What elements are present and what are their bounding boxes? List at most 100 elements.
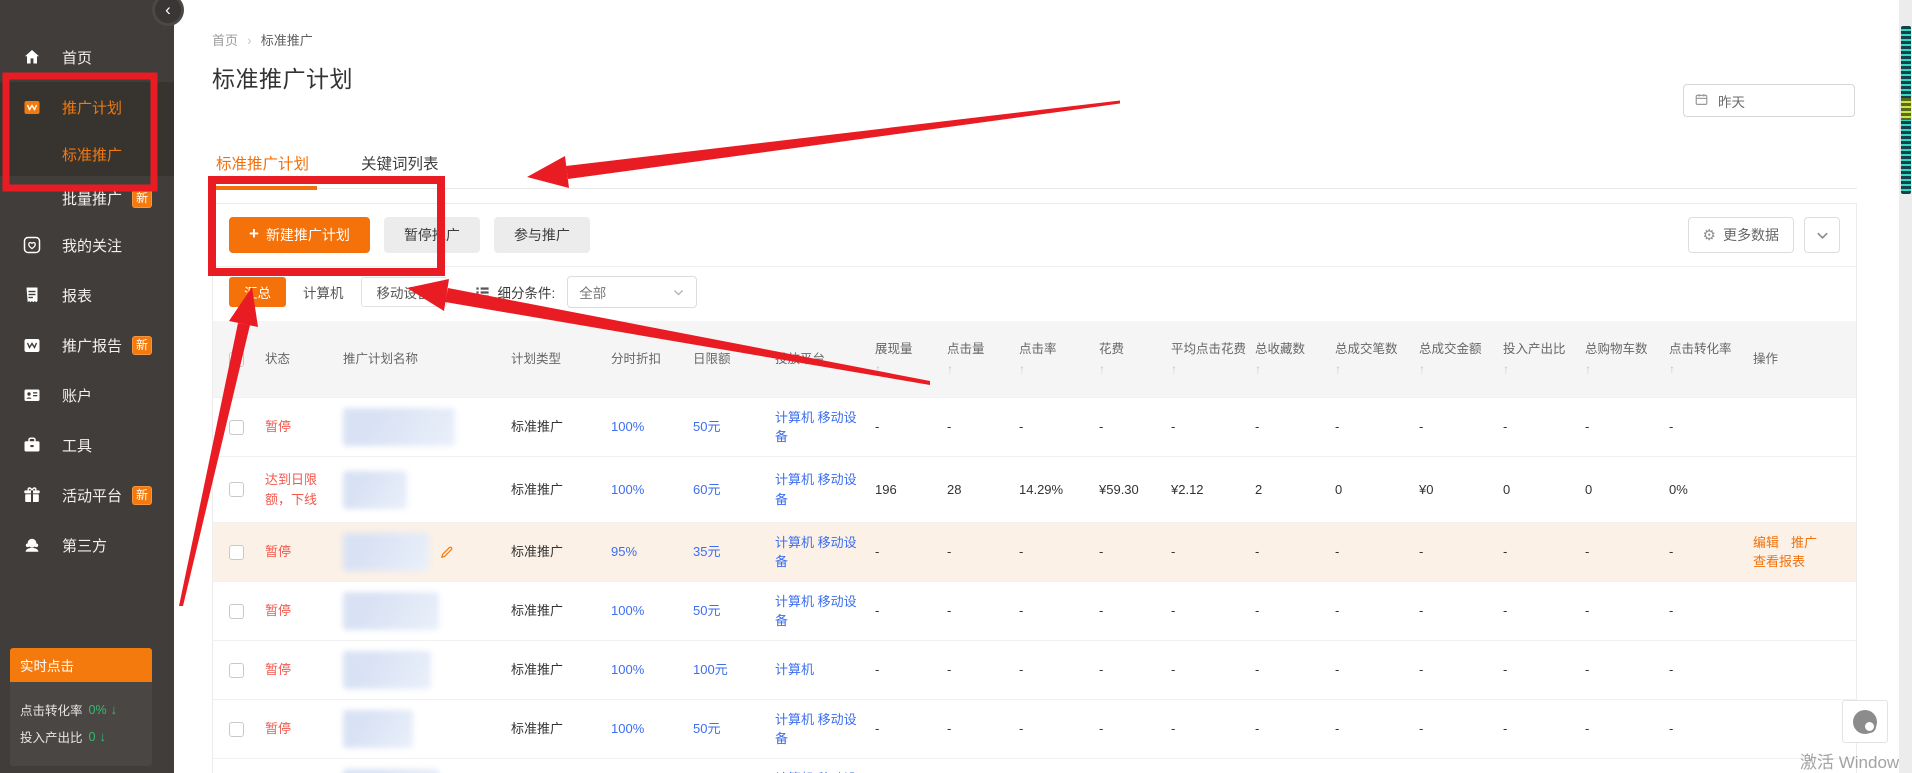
metric-cell: - [1669, 700, 1753, 758]
sort-arrow-icon[interactable]: ↑ [1255, 362, 1327, 378]
sidebar-item-首页[interactable]: 首页 [0, 32, 174, 82]
daily-limit-cell[interactable]: 50元 [693, 398, 775, 456]
sidebar-item-报表[interactable]: 报表 [0, 270, 174, 320]
row-checkbox[interactable] [229, 663, 244, 678]
sidebar-item-推广计划[interactable]: 推广计划 [0, 82, 174, 132]
daily-limit-cell[interactable]: 100元 [693, 641, 775, 699]
sidebar-item-label: 我的关注 [62, 235, 122, 256]
page-scrollbar-thumb[interactable] [1901, 26, 1911, 194]
select-all-checkbox[interactable] [229, 352, 244, 367]
sort-arrow-icon[interactable]: ↑ [1419, 362, 1495, 378]
metric-cell: - [1335, 523, 1419, 581]
metric-cell: - [1019, 582, 1099, 640]
metric-cell: - [947, 523, 1019, 581]
column-header-点击转化率[interactable]: 点击转化率↑ [1669, 321, 1753, 397]
column-header-点击量[interactable]: 点击量↑ [947, 321, 1019, 397]
column-header-花费[interactable]: 花费↑ [1099, 321, 1171, 397]
platform-cell[interactable]: 计算机 移动设备 [775, 759, 875, 773]
column-header-投入产出比[interactable]: 投入产出比↑ [1503, 321, 1585, 397]
column-header-总成交金额[interactable]: 总成交金额↑ [1419, 321, 1503, 397]
column-header-总购物车数[interactable]: 总购物车数 ↑ [1585, 321, 1669, 397]
sort-arrow-icon[interactable]: ↑ [1171, 362, 1247, 378]
column-header-总成交笔数[interactable]: 总成交笔数↑ [1335, 321, 1419, 397]
breadcrumb-item[interactable]: 标准推广 [261, 30, 313, 49]
discount-cell[interactable]: 100% [611, 457, 693, 522]
sidebar-item-账户[interactable]: 账户 [0, 370, 174, 420]
platform-cell[interactable]: 计算机 移动设备 [775, 457, 875, 522]
sort-arrow-icon[interactable]: ↑ [1099, 362, 1163, 378]
metric-cell: 0 [1585, 457, 1669, 522]
row-checkbox[interactable] [229, 545, 244, 560]
platform-cell[interactable]: 计算机 移动设备 [775, 398, 875, 456]
sidebar-item-第三方[interactable]: 第三方 [0, 520, 174, 570]
column-header-点击率[interactable]: 点击率↑ [1019, 321, 1099, 397]
condition-select[interactable]: 全部 [567, 276, 697, 308]
column-header-平均点击花费[interactable]: 平均点击花费↑ [1171, 321, 1255, 397]
daily-limit-cell[interactable]: 50元 [693, 700, 775, 758]
segment-计算机[interactable]: 计算机 [288, 277, 359, 307]
sort-arrow-icon[interactable]: ↑ [1019, 362, 1091, 378]
sort-arrow-icon[interactable]: ↑ [1335, 362, 1411, 378]
action-link-编辑[interactable]: 编辑 [1753, 533, 1779, 553]
segment-汇总[interactable]: 汇总 [229, 277, 286, 307]
campaign-name-cell [343, 700, 511, 758]
row-checkbox[interactable] [229, 604, 244, 619]
column-header-展现量[interactable]: 展现量↑ [875, 321, 947, 397]
sidebar-item-我的关注[interactable]: 我的关注 [0, 220, 174, 270]
sidebar-item-批量推广[interactable]: 批量推广新 [0, 176, 174, 220]
segment-移动设备[interactable]: 移动设备 [361, 277, 447, 307]
sort-arrow-icon[interactable]: ↑ [1503, 362, 1577, 378]
sort-arrow-icon[interactable]: ↑ [1585, 362, 1661, 378]
sidebar-item-活动平台[interactable]: 活动平台新 [0, 470, 174, 520]
row-checkbox[interactable] [229, 482, 244, 497]
daily-limit-cell[interactable]: 50元 [693, 582, 775, 640]
date-range-picker[interactable]: 昨天 [1683, 84, 1855, 117]
promo-report-icon [22, 335, 42, 355]
pause-campaign-button[interactable]: 暂停推广 [384, 217, 480, 253]
column-label: 总购物车数 [1585, 341, 1661, 357]
metric-cell: - [1585, 759, 1669, 773]
new-badge: 新 [132, 189, 152, 208]
platform-cell[interactable]: 计算机 [775, 641, 875, 699]
discount-cell[interactable]: 100% [611, 700, 693, 758]
new-badge: 新 [132, 336, 152, 355]
metric-cell: - [1503, 641, 1585, 699]
discount-cell[interactable]: 100% [611, 582, 693, 640]
discount-cell[interactable]: 95% [611, 523, 693, 581]
sidebar-item-工具[interactable]: 工具 [0, 420, 174, 470]
platform-cell[interactable]: 计算机 移动设备 [775, 700, 875, 758]
discount-cell[interactable]: 65% [611, 759, 693, 773]
tab-标准推广计划[interactable]: 标准推广计划 [212, 152, 313, 188]
sort-arrow-icon[interactable]: ↑ [947, 362, 1011, 378]
sort-arrow-icon[interactable]: ↑ [875, 362, 939, 378]
column-header-操作: 操作 [1753, 321, 1841, 397]
sidebar-item-标准推广[interactable]: 标准推广 [0, 132, 174, 176]
metric-cell: - [875, 398, 947, 456]
action-link-查看报表[interactable]: 查看报表 [1753, 552, 1805, 572]
tab-关键词列表[interactable]: 关键词列表 [357, 152, 443, 188]
row-checkbox[interactable] [229, 420, 244, 435]
collapse-panel-button[interactable] [1804, 217, 1840, 253]
sort-arrow-icon[interactable]: ↑ [1669, 362, 1745, 378]
metric-cell: - [875, 759, 947, 773]
metric-cell: - [1669, 398, 1753, 456]
metric-cell: - [1099, 582, 1171, 640]
row-checkbox[interactable] [229, 722, 244, 737]
discount-cell[interactable]: 100% [611, 398, 693, 456]
sidebar-item-推广报告[interactable]: 推广报告新 [0, 320, 174, 370]
daily-limit-cell[interactable]: 60元 [693, 457, 775, 522]
new-campaign-button[interactable]: + 新建推广计划 [229, 217, 370, 253]
platform-cell[interactable]: 计算机 移动设备 [775, 523, 875, 581]
breadcrumb-item[interactable]: 首页 [212, 30, 238, 49]
more-data-button[interactable]: ⚙ 更多数据 [1688, 217, 1794, 253]
daily-limit-cell[interactable]: 35元 [693, 523, 775, 581]
edit-pencil-icon[interactable] [439, 544, 455, 560]
sidebar-item-label: 账户 [62, 385, 92, 406]
discount-cell[interactable]: 100% [611, 641, 693, 699]
column-header-总收藏数[interactable]: 总收藏数↑ [1255, 321, 1335, 397]
action-link-推广[interactable]: 推广 [1791, 533, 1817, 553]
customer-service-float-button[interactable] [1842, 700, 1888, 743]
daily-limit-cell[interactable]: 50元 [693, 759, 775, 773]
join-campaign-button[interactable]: 参与推广 [494, 217, 590, 253]
platform-cell[interactable]: 计算机 移动设备 [775, 582, 875, 640]
